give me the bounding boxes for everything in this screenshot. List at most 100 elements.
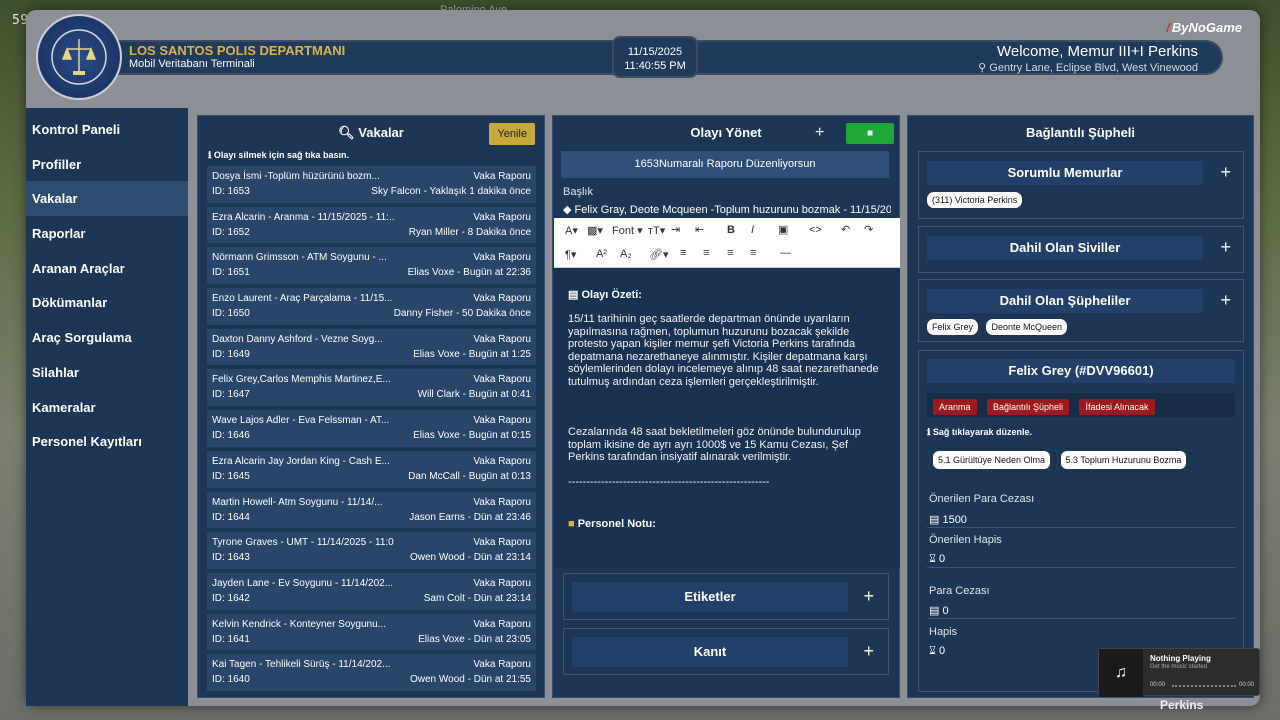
bottom-name: Perkins	[1160, 698, 1204, 712]
refresh-button[interactable]: Yenile	[489, 123, 535, 145]
sidebar-item-raporlar[interactable]: Raporlar	[26, 216, 188, 251]
horizontal-rule-button[interactable]: —	[780, 247, 791, 259]
flag-badge[interactable]: İfadesi Alınacak	[1079, 399, 1155, 415]
flag-badge[interactable]: Aranma	[933, 399, 977, 415]
suspect-flags: Aranma Bağlantılı Şüpheli İfadesi Alınac…	[927, 393, 1235, 417]
clock-date: 11/15/2025	[627, 46, 683, 58]
jail-input[interactable]: ⌛︎ 0	[929, 645, 945, 658]
case-item[interactable]: Wave Lajos Adler - Eva Felssman - AT... V…	[207, 410, 536, 447]
text-color-button[interactable]: A▾	[565, 224, 578, 237]
sidebar-item-arac-sorgulama[interactable]: Araç Sorgulama	[26, 320, 188, 355]
pin-icon: ⚲	[978, 62, 990, 74]
case-title: Jayden Lane - Ev Soygunu - 11/14/202...	[212, 577, 394, 589]
tag-icon: ◆	[563, 204, 575, 216]
line-height-button[interactable]: ¶▾	[565, 248, 576, 261]
case-title: Ezra Alcarin Jay Jordan King - Cash E...	[212, 455, 390, 467]
officer-chip[interactable]: (311) Victoria Perkins	[927, 192, 1023, 208]
case-kind: Vaka Raporu	[473, 293, 531, 305]
indent-button[interactable]: ⇥	[671, 223, 680, 236]
undo-icon[interactable]: ↶	[841, 223, 850, 236]
edit-hint: ℹ Sağ tıklayarak düzenle.	[927, 427, 1235, 438]
align-center-button[interactable]: ≡	[703, 247, 709, 259]
case-item[interactable]: Daxton Danny Ashford - Vezne Soyg... Vaka…	[207, 328, 536, 366]
sidebar-item-personel-kayitlari[interactable]: Personel Kayıtları	[26, 424, 188, 459]
money-icon: ▤	[929, 605, 943, 617]
charge-chip[interactable]: 5.3 Toplum Huzurunu Bozma	[1060, 451, 1187, 469]
case-item[interactable]: Nörmann Grimsson - ATM Soygunu - ... Vaka…	[207, 247, 536, 285]
jail-label: Hapis	[929, 626, 958, 638]
title-input[interactable]: ◆ Felix Gray, Deote Mcqueen -Toplum huzu…	[559, 200, 891, 220]
sidebar-item-aranan-araclar[interactable]: Aranan Araçlar	[26, 251, 188, 286]
font-select[interactable]: Font ▾	[612, 224, 643, 237]
link-icon[interactable]: 🔗︎▾	[649, 248, 669, 261]
recommended-fine-value: 1500	[942, 514, 967, 526]
save-button[interactable]: ■	[846, 123, 894, 144]
flag-badge[interactable]: Bağlantılı Şüpheli	[986, 399, 1070, 415]
brand-logo: / ByNoGame	[1166, 20, 1242, 35]
sidebar-item-kameralar[interactable]: Kameralar	[26, 390, 188, 425]
sidebar-item-profiller[interactable]: Profiller	[26, 147, 188, 182]
case-item[interactable]: Felix Grey,Carlos Memphis Martinez,E... V…	[207, 369, 536, 407]
case-id: ID: 1645	[212, 470, 250, 482]
summary-heading-text: Olayı Özeti:	[581, 289, 642, 301]
suspect-chip[interactable]: Felix Grey	[927, 319, 979, 335]
sidebar-item-vakalar[interactable]: Vakalar	[26, 181, 188, 217]
add-evidence-button[interactable]: +	[863, 641, 874, 661]
add-button[interactable]: +	[815, 116, 824, 150]
sidebar-item-dokumanlar[interactable]: Dökümanlar	[26, 285, 188, 320]
suspect-detail: Felix Grey (#DVV96601) Aranma Bağlantılı…	[918, 350, 1244, 692]
case-item[interactable]: Ezra Alcarin - Aranma - 11/15/2025 - 11:…	[207, 206, 536, 244]
charge-chip[interactable]: 5.1 Gürültüye Neden Olma	[933, 451, 1051, 469]
case-item[interactable]: Kelvin Kendrick - Konteyner Soygunu... Va…	[207, 613, 536, 651]
case-kind: Vaka Raporu	[473, 659, 531, 671]
align-justify-button[interactable]: ≡	[750, 247, 756, 259]
suspects-title: Dahil Olan Şüpheliler	[927, 289, 1203, 313]
cases-header: 🔍︎ Vakalar Yenile	[198, 116, 544, 150]
case-item[interactable]: Ezra Alcarin Jay Jordan King - Cash E...…	[207, 450, 536, 488]
add-suspect-button[interactable]: +	[1220, 290, 1231, 310]
case-kind: Vaka Raporu	[473, 333, 531, 345]
music-widget[interactable]: ♫ Nothing Playing Get the music started …	[1098, 648, 1260, 697]
search-icon[interactable]: 🔍︎	[338, 125, 355, 140]
department-name: LOS SANTOS POLIS DEPARTMANI	[129, 43, 346, 58]
italic-button[interactable]: I	[751, 224, 754, 236]
sidebar-item-silahlar[interactable]: Silahlar	[26, 355, 188, 390]
report-editor[interactable]: ▤ Olayı Özeti: 15/11 tarihinin geç saatl…	[554, 268, 900, 568]
case-title: Martin Howell- Atm Soygunu - 11/14/...	[212, 496, 383, 508]
image-icon[interactable]: ▣	[778, 223, 788, 236]
music-progress[interactable]	[1172, 685, 1236, 687]
outdent-button[interactable]: ⇤	[695, 223, 704, 236]
align-right-button[interactable]: ≡	[727, 247, 733, 259]
case-item[interactable]: Martin Howell- Atm Soygunu - 11/14/... Va…	[207, 491, 536, 529]
case-item[interactable]: Jayden Lane - Ev Soygunu - 11/14/202... V…	[207, 572, 536, 610]
case-item[interactable]: Kai Tagen - Tehlikeli Sürüş - 11/14/202.…	[207, 654, 536, 691]
evidence-title: Kanıt	[572, 637, 848, 667]
case-title: Dosya İsmi -Toplüm hüzürünü bozm...	[212, 171, 380, 182]
case-item[interactable]: Enzo Laurent - Araç Parçalama - 11/15...…	[207, 288, 536, 325]
align-left-button[interactable]: ≡	[680, 247, 686, 259]
manage-header: Olayı Yönet + ■	[553, 116, 899, 150]
case-id: ID: 1641	[212, 633, 250, 645]
add-civilian-button[interactable]: +	[1220, 237, 1231, 257]
superscript-button[interactable]: A²	[596, 248, 607, 260]
highlight-button[interactable]: ▩▾	[587, 224, 603, 237]
case-item[interactable]: Tyrone Graves - UMT - 11/14/2025 - 11:0.…	[207, 532, 536, 569]
redo-icon[interactable]: ↷	[864, 223, 873, 236]
title-label: Başlık	[563, 186, 593, 198]
sidebar-item-kontrol-paneli[interactable]: Kontrol Paneli	[26, 112, 188, 147]
bold-button[interactable]: B	[727, 224, 735, 236]
font-size-button[interactable]: тT▾	[648, 224, 665, 237]
subscript-button[interactable]: A₂	[620, 248, 632, 260]
suspect-chip[interactable]: Deonte McQueen	[986, 319, 1068, 335]
delete-hint: ℹ Olayı silmek için sağ tıka basın.	[198, 150, 544, 164]
add-officer-button[interactable]: +	[1220, 162, 1231, 182]
add-tag-button[interactable]: +	[863, 586, 874, 606]
case-officer: Ryan Miller - 8 Dakika önce	[408, 226, 531, 238]
case-item[interactable]: Dosya İsmi -Toplüm hüzürünü bozm... Vaka …	[207, 166, 536, 203]
code-icon[interactable]: <>	[809, 224, 822, 236]
case-kind: Vaka Raporu	[473, 455, 531, 467]
civilians-title: Dahil Olan Siviller	[927, 236, 1203, 260]
fine-label: Para Cezası	[929, 585, 990, 597]
document-icon: ▤	[568, 289, 582, 301]
fine-input[interactable]: ▤ 0	[929, 604, 949, 617]
